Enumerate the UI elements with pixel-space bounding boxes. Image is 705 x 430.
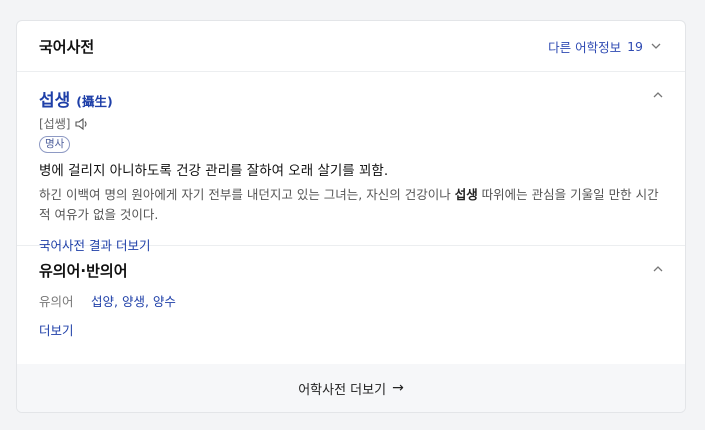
section-title: 국어사전 bbox=[39, 37, 95, 56]
dictionary-card: 국어사전 다른 어학정보 19 섭생 (攝生) [섭쌩] 명사 병에 걸리지 아… bbox=[16, 20, 686, 413]
footer-label: 어학사전 더보기 bbox=[298, 382, 387, 398]
synonyms-section: 유의어·반의어 유의어 섭양, 양생, 양수 더보기 bbox=[17, 246, 685, 352]
synonyms-title: 유의어·반의어 bbox=[39, 262, 128, 280]
speaker-icon[interactable] bbox=[74, 117, 90, 131]
chevron-up-icon[interactable] bbox=[651, 262, 665, 276]
chevron-down-icon bbox=[651, 43, 661, 49]
synonym-label: 유의어 bbox=[39, 294, 74, 309]
language-dictionary-more-button[interactable]: 어학사전 더보기 → bbox=[17, 364, 685, 412]
other-dictionaries-count: 19 bbox=[627, 38, 643, 54]
part-of-speech-badge: 명사 bbox=[39, 136, 71, 153]
card-header: 국어사전 다른 어학정보 19 bbox=[17, 21, 685, 72]
example-highlight: 섭생 bbox=[454, 187, 478, 202]
headword-line: 섭생 (攝生) bbox=[39, 86, 663, 111]
headword[interactable]: 섭생 bbox=[39, 86, 70, 111]
synonym-values[interactable]: 섭양, 양생, 양수 bbox=[91, 291, 176, 310]
arrow-right-icon: → bbox=[392, 380, 404, 396]
hanja: (攝生) bbox=[76, 94, 113, 109]
synonyms-more-link[interactable]: 더보기 bbox=[39, 320, 74, 339]
example-sentence: 하긴 이백여 명의 원아에게 자기 전부를 내던지고 있는 그녀는, 자신의 건… bbox=[39, 185, 659, 225]
chevron-up-icon[interactable] bbox=[651, 88, 665, 102]
example-text-start: 하긴 이백여 명의 원아에게 자기 전부를 내던지고 있는 그녀는, 자신의 건… bbox=[39, 187, 455, 202]
pronunciation: [섭쌩] bbox=[39, 117, 71, 131]
pronunciation-line: [섭쌩] bbox=[39, 115, 663, 132]
other-dictionaries-label: 다른 어학정보 bbox=[548, 39, 622, 55]
definition: 병에 걸리지 아니하도록 건강 관리를 잘하여 오래 살기를 꾀함. bbox=[39, 163, 389, 179]
entry-section: 섭생 (攝生) [섭쌩] 명사 병에 걸리지 아니하도록 건강 관리를 잘하여 … bbox=[17, 72, 685, 253]
synonym-row: 유의어 섭양, 양생, 양수 bbox=[39, 291, 663, 310]
other-dictionaries-toggle[interactable]: 다른 어학정보 19 bbox=[548, 37, 663, 56]
